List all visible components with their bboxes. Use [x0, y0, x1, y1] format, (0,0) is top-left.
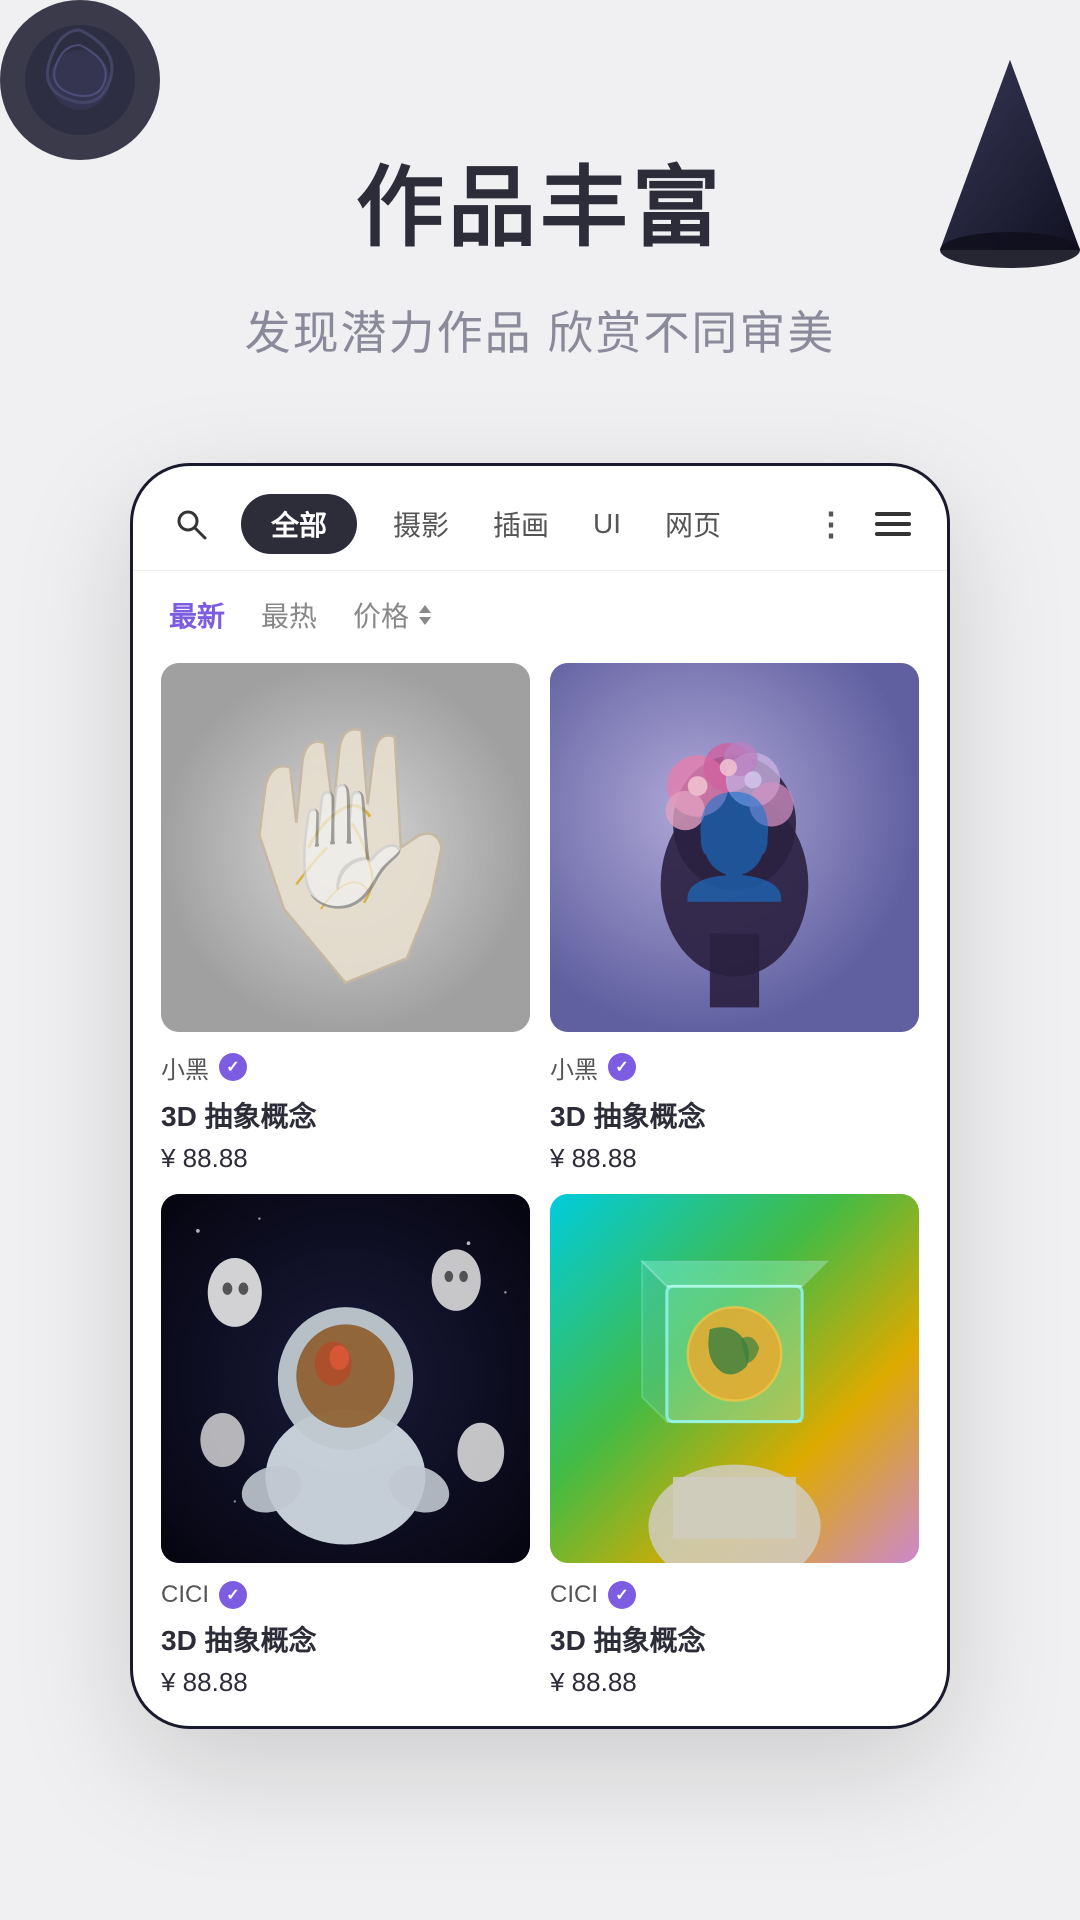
product-img-astronaut [161, 1194, 530, 1563]
product-image-2 [550, 663, 919, 1032]
product-card-2[interactable]: 小黑 ✓ 3D 抽象概念 ¥ 88.88 [550, 663, 919, 1174]
category-ui[interactable]: UI [585, 498, 629, 550]
product-author-1: 小黑 ✓ [161, 1050, 530, 1085]
category-more[interactable]: ⋮ [815, 505, 847, 543]
product-title-1: 3D 抽象概念 [161, 1095, 530, 1135]
category-illustration[interactable]: 插画 [485, 494, 557, 554]
product-card-3[interactable]: CICI ✓ 3D 抽象概念 ¥ 88.88 [161, 1194, 530, 1698]
sort-hot[interactable]: 最热 [261, 595, 317, 635]
product-title-4: 3D 抽象概念 [550, 1619, 919, 1659]
product-title-2: 3D 抽象概念 [550, 1095, 919, 1135]
verified-badge-1: ✓ [219, 1053, 247, 1081]
product-card-1[interactable]: 小黑 ✓ 3D 抽象概念 ¥ 88.88 [161, 663, 530, 1174]
product-card-4[interactable]: CICI ✓ 3D 抽象概念 ¥ 88.88 [550, 1194, 919, 1698]
product-title-3: 3D 抽象概念 [161, 1619, 530, 1659]
product-author-2: 小黑 ✓ [550, 1050, 919, 1085]
product-price-1: ¥ 88.88 [161, 1143, 530, 1174]
product-img-hand [161, 663, 530, 1032]
category-bar: 全部 摄影 插画 UI 网页 ⋮ [133, 466, 947, 571]
category-all[interactable]: 全部 [241, 494, 357, 554]
products-grid: 小黑 ✓ 3D 抽象概念 ¥ 88.88 [133, 651, 947, 1726]
price-sort-icon [415, 603, 435, 627]
hero-section: 作品丰富 发现潜力作品 欣赏不同审美 [0, 0, 1080, 363]
product-author-4: CICI ✓ [550, 1581, 919, 1609]
category-web[interactable]: 网页 [657, 494, 729, 554]
verified-badge-4: ✓ [608, 1581, 636, 1609]
product-image-1 [161, 663, 530, 1032]
search-button[interactable] [169, 502, 213, 546]
product-image-3 [161, 1194, 530, 1563]
sort-latest[interactable]: 最新 [169, 595, 225, 635]
hero-subtitle: 发现潜力作品 欣赏不同审美 [0, 297, 1080, 363]
product-price-3: ¥ 88.88 [161, 1667, 530, 1698]
hero-title: 作品丰富 [0, 160, 1080, 257]
product-img-cube [550, 1194, 919, 1563]
verified-badge-3: ✓ [219, 1581, 247, 1609]
sort-price[interactable]: 价格 [353, 595, 435, 635]
product-author-3: CICI ✓ [161, 1581, 530, 1609]
verified-badge-2: ✓ [608, 1053, 636, 1081]
sort-bar: 最新 最热 价格 [133, 571, 947, 651]
category-photo[interactable]: 摄影 [385, 494, 457, 554]
product-price-4: ¥ 88.88 [550, 1667, 919, 1698]
hamburger-menu[interactable] [875, 512, 911, 536]
phone-mockup: 全部 摄影 插画 UI 网页 ⋮ 最新 最热 价格 [130, 463, 950, 1729]
product-image-4 [550, 1194, 919, 1563]
product-price-2: ¥ 88.88 [550, 1143, 919, 1174]
product-img-head [550, 663, 919, 1032]
